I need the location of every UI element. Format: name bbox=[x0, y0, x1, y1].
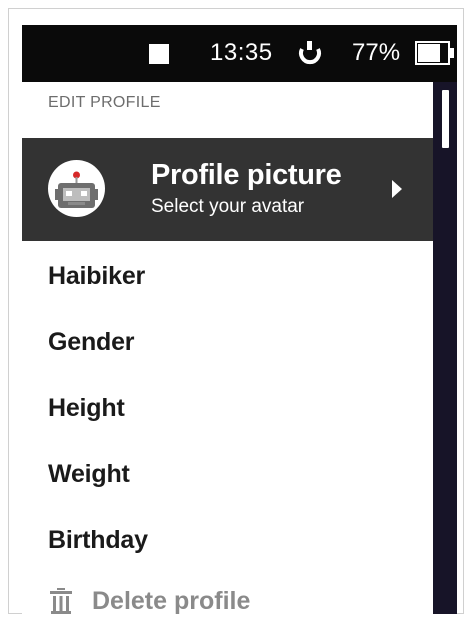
menu-item-gender[interactable]: Gender bbox=[48, 328, 135, 357]
trash-icon bbox=[50, 588, 72, 614]
chevron-right-icon bbox=[392, 180, 402, 198]
menu-item-height[interactable]: Height bbox=[48, 394, 125, 423]
menu-item-birthday[interactable]: Birthday bbox=[48, 526, 148, 555]
scrollbar-track[interactable] bbox=[433, 82, 457, 614]
menu-item-weight[interactable]: Weight bbox=[48, 460, 130, 489]
menu-item-name[interactable]: Haibiker bbox=[48, 262, 145, 291]
section-header: EDIT PROFILE bbox=[48, 94, 161, 111]
robot-avatar-icon bbox=[48, 160, 105, 217]
edit-profile-list: EDIT PROFILE Profile picture Select your… bbox=[22, 82, 433, 614]
square-indicator-icon bbox=[149, 44, 169, 64]
profile-picture-title: Profile picture bbox=[151, 159, 342, 191]
power-icon bbox=[299, 41, 321, 65]
delete-profile-label: Delete profile bbox=[92, 587, 251, 614]
scrollbar-thumb[interactable] bbox=[442, 90, 449, 148]
status-bar: 13:35 77% bbox=[22, 25, 457, 82]
profile-picture-row[interactable]: Profile picture Select your avatar bbox=[22, 138, 433, 241]
battery-icon bbox=[415, 41, 454, 65]
battery-percent: 77% bbox=[352, 39, 401, 66]
status-time: 13:35 bbox=[210, 39, 273, 66]
device-screen: 13:35 77% EDIT PROFILE Profile picture S… bbox=[22, 25, 457, 614]
profile-picture-subtitle: Select your avatar bbox=[151, 196, 305, 217]
